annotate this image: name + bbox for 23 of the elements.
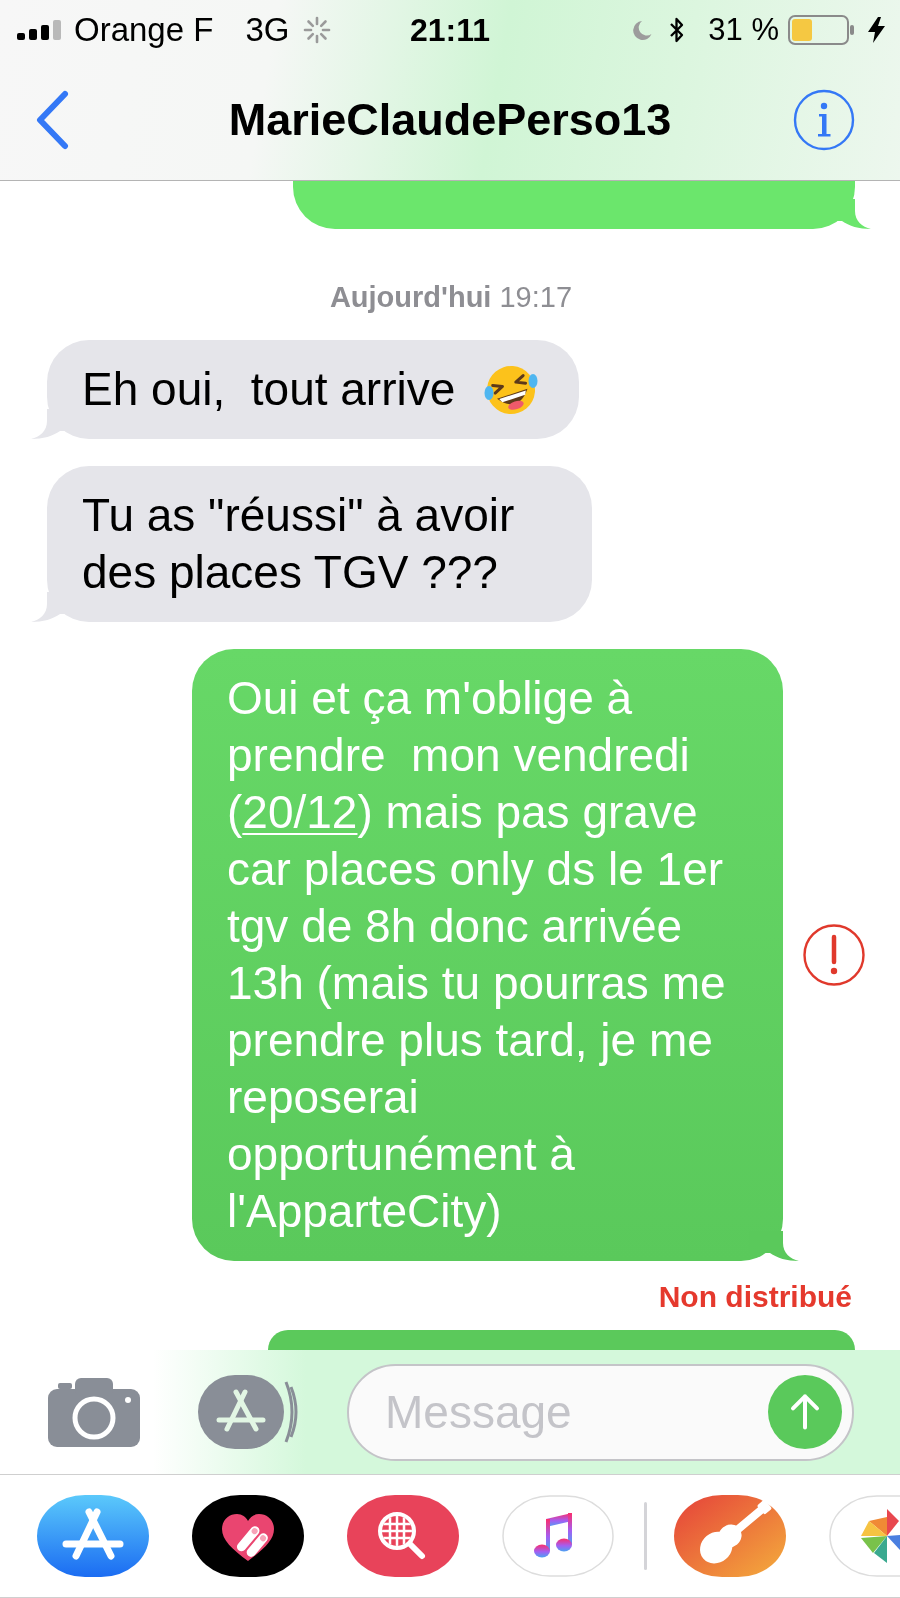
timestamp: Aujourd'hui 19:17: [329, 280, 573, 315]
clock-time: 21:11: [409, 11, 491, 49]
camera-icon[interactable]: [48, 1377, 140, 1447]
arrow-up-icon: [789, 1393, 821, 1430]
battery-icon: [788, 15, 854, 45]
moon-icon: [633, 20, 653, 40]
pinwheel-icon[interactable]: [829, 1495, 900, 1577]
message-text: Eh oui, tout arrive: [82, 362, 456, 417]
exclamation-icon[interactable]: [802, 923, 866, 987]
a-letter-icon[interactable]: [198, 1375, 298, 1449]
carrier-name: Orange F: [74, 11, 214, 49]
activity-spinner-icon: [303, 16, 332, 44]
battery-percent: 31 %: [708, 11, 779, 49]
date-link[interactable]: 20/12: [242, 786, 358, 838]
delivery-status: Non distribué: [658, 1281, 852, 1313]
charging-bolt-icon: [868, 17, 885, 43]
info-icon[interactable]: [793, 89, 855, 151]
signal-bars-icon: [17, 20, 62, 40]
message-text: Tu as "réussi" à avoir des places TGV ???: [82, 488, 516, 600]
network-type: 3G: [245, 11, 290, 49]
contact-name: MarieClaudePerso13: [228, 93, 672, 147]
back-icon[interactable]: [34, 90, 70, 150]
message-text: Oui et ça m'oblige à prendre mon vendredi (20/12) mais pas grave car places only ds le 1er tgv de 8h donc arrivée 13h (mais tu pourras me prendre plus tard, je me reposerai opportunément à l'ApparteCity): [227, 671, 727, 1239]
